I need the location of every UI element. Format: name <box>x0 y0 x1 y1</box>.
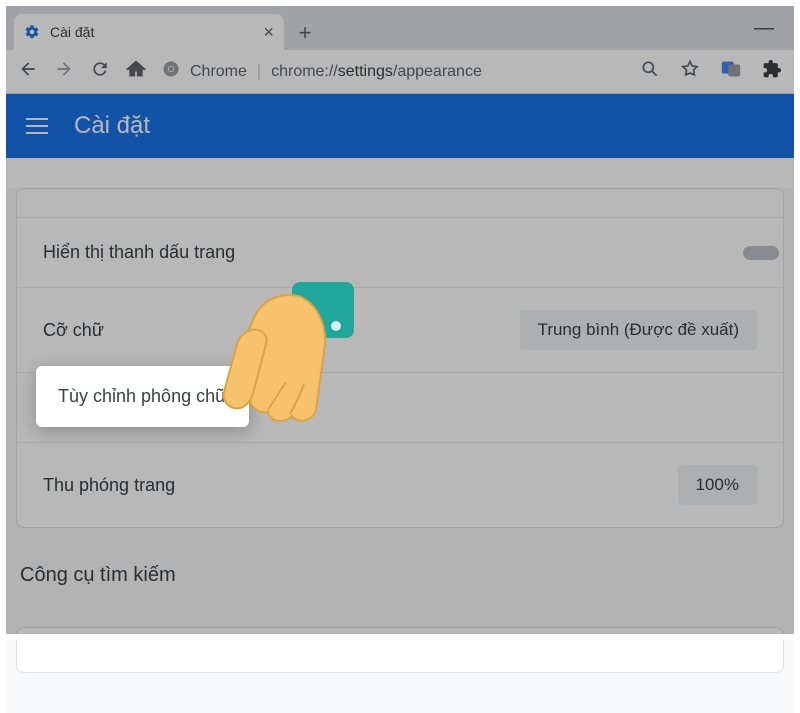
highlight-label: Tùy chỉnh phông chữ <box>58 386 227 406</box>
pointing-hand-illustration <box>214 282 354 437</box>
